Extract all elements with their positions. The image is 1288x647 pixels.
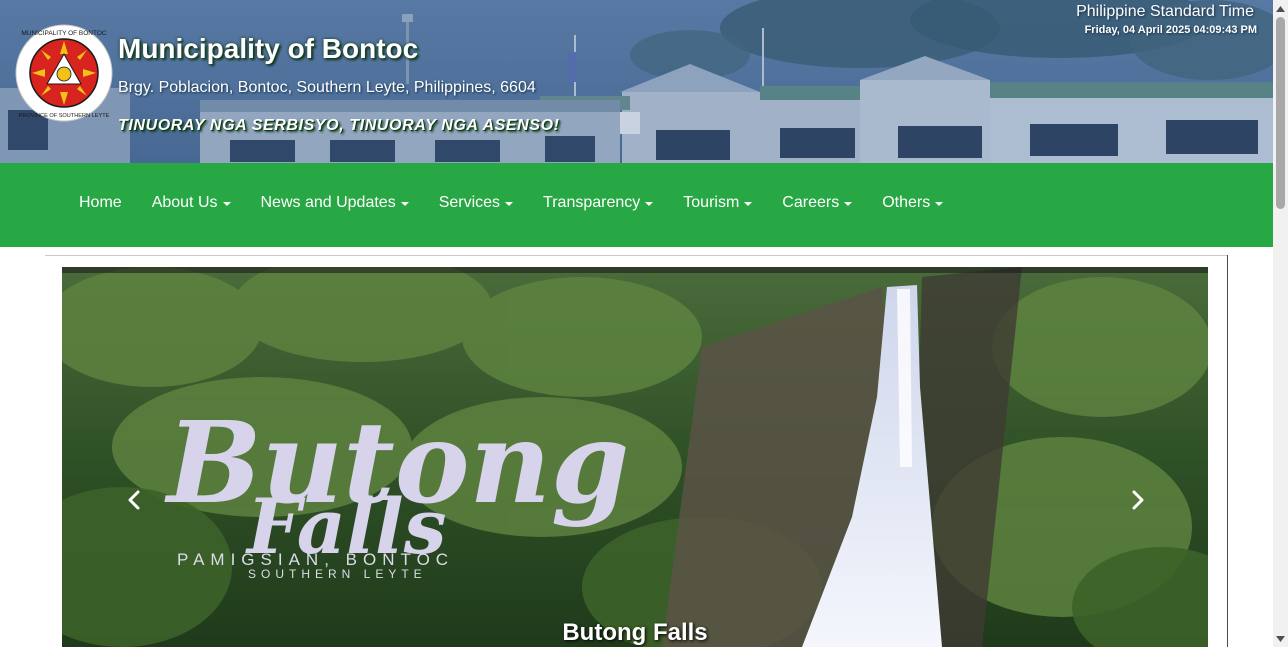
content-divider — [45, 255, 1227, 256]
nav-item-news-and-updates[interactable]: News and Updates — [246, 194, 424, 212]
chevron-right-icon — [1132, 490, 1144, 510]
nav-item-label: Home — [79, 194, 122, 211]
nav-item-transparency[interactable]: Transparency — [528, 194, 668, 212]
slide-caption: Butong Falls — [562, 619, 708, 646]
pst-datetime: Friday, 04 April 2025 04:09:43 PM — [1084, 24, 1257, 36]
caret-down-icon — [222, 201, 231, 206]
nav-item-label: Others — [882, 194, 931, 211]
hero-carousel: Butong Falls PAMIGSIAN, BONTOC SOUTHERN … — [62, 267, 1208, 647]
site-title: Municipality of Bontoc — [118, 33, 419, 64]
arrow-up-icon — [1276, 5, 1285, 12]
slide-location-line2: SOUTHERN LEYTE — [248, 567, 427, 581]
site-motto: TINUORAY NGA SERBISYO, TINUORAY NGA ASEN… — [118, 117, 560, 134]
nav-item-services[interactable]: Services — [424, 194, 528, 212]
nav-item-label: News and Updates — [260, 194, 396, 211]
caret-down-icon — [935, 201, 944, 206]
carousel-next-button[interactable] — [1126, 488, 1150, 512]
page-scrollbar[interactable] — [1273, 0, 1288, 647]
nav-item-tourism[interactable]: Tourism — [668, 194, 767, 212]
site-address: Brgy. Poblacion, Bontoc, Southern Leyte,… — [118, 79, 536, 96]
nav-item-label: About Us — [151, 194, 218, 211]
caret-down-icon — [400, 201, 409, 206]
nav-item-label: Careers — [782, 194, 840, 211]
caret-down-icon — [505, 201, 514, 206]
municipal-seal-icon: MUNICIPALITY OF BONTOC PROVINCE OF SOUTH… — [15, 24, 113, 122]
seal-ring-bottom-text: PROVINCE OF SOUTHERN LEYTE — [19, 113, 110, 119]
main-navbar: Home About Us News and Updates Services … — [0, 163, 1273, 247]
scroll-down-button[interactable] — [1273, 630, 1288, 647]
nav-item-label: Tourism — [683, 194, 740, 211]
nav-menu: Home About Us News and Updates Services … — [64, 194, 958, 212]
scroll-up-button[interactable] — [1273, 0, 1288, 17]
butong-falls-photo: Butong Falls PAMIGSIAN, BONTOC SOUTHERN … — [62, 267, 1208, 647]
caret-down-icon — [844, 201, 853, 206]
nav-item-about-us[interactable]: About Us — [137, 194, 246, 212]
site-header: MUNICIPALITY OF BONTOC PROVINCE OF SOUTH… — [0, 0, 1273, 163]
arrow-down-icon — [1276, 635, 1285, 642]
nav-item-others[interactable]: Others — [867, 194, 958, 212]
caret-down-icon — [645, 201, 654, 206]
chevron-left-icon — [128, 490, 140, 510]
scrollbar-thumb[interactable] — [1276, 17, 1285, 209]
caret-down-icon — [744, 201, 753, 206]
nav-item-careers[interactable]: Careers — [767, 194, 867, 212]
content-frame-edge — [1227, 255, 1228, 647]
nav-item-label: Services — [438, 194, 501, 211]
seal-ring-top-text: MUNICIPALITY OF BONTOC — [21, 30, 107, 37]
nav-item-home[interactable]: Home — [64, 194, 137, 212]
nav-item-label: Transparency — [543, 194, 641, 211]
carousel-prev-button[interactable] — [122, 488, 146, 512]
pst-label: Philippine Standard Time — [1076, 3, 1254, 20]
